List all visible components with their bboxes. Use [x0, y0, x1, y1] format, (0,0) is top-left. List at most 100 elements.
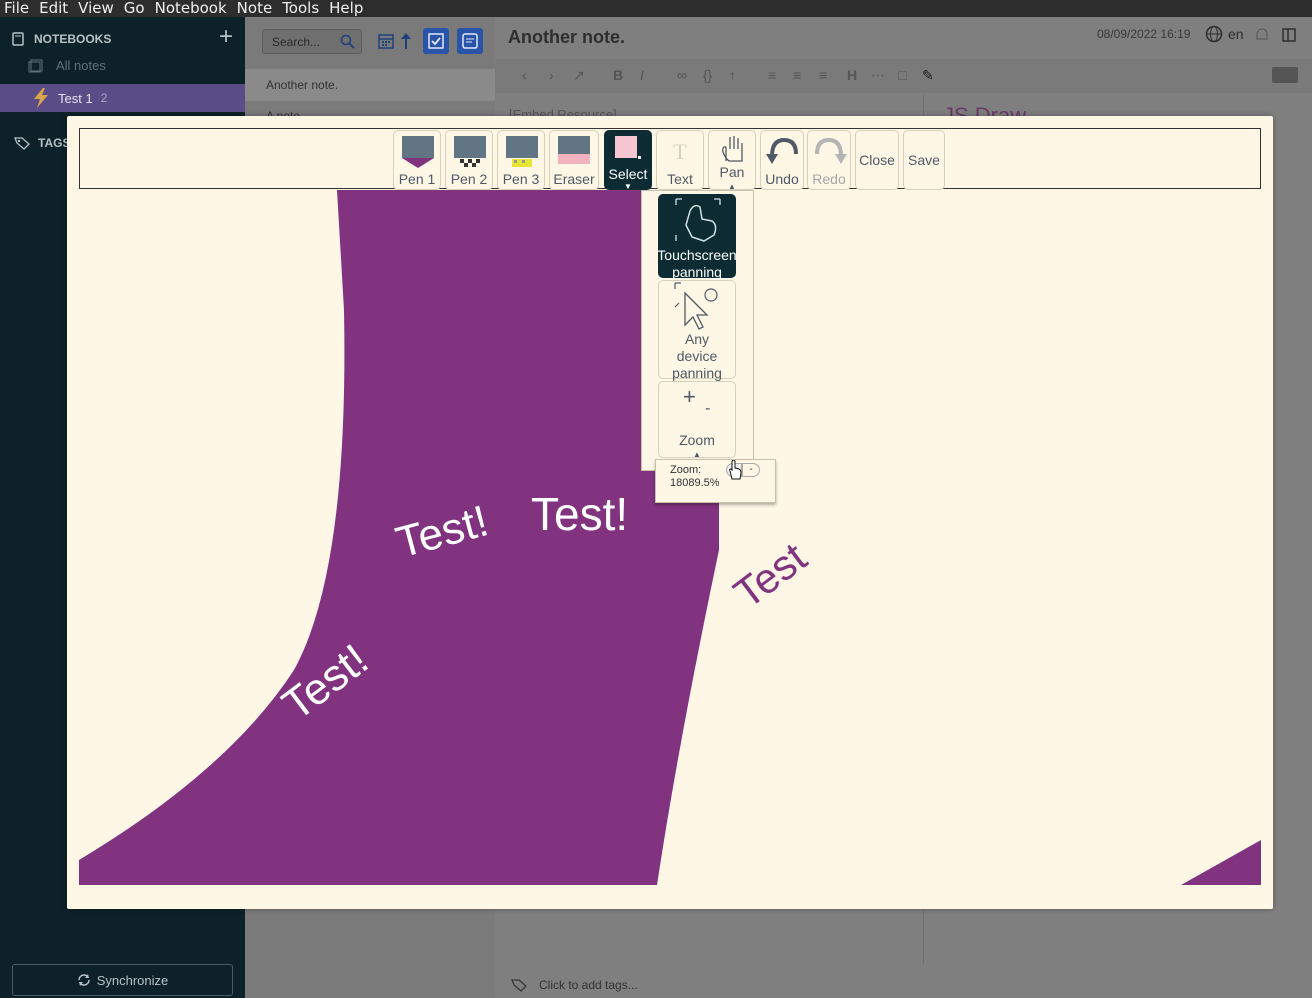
- link-icon[interactable]: ∞: [677, 67, 687, 83]
- bullet-list-icon[interactable]: ≡: [768, 67, 776, 83]
- note-date: 08/09/2022 16:19: [1097, 27, 1191, 41]
- tag-icon: [14, 137, 30, 150]
- zoom-popup-label: Zoom:: [670, 464, 702, 476]
- italic-icon[interactable]: I: [640, 67, 644, 83]
- undo-button[interactable]: Undo: [760, 130, 804, 190]
- toggle-todo-button[interactable]: [423, 28, 449, 54]
- external-edit-icon[interactable]: ↗: [573, 67, 585, 84]
- text-tool-button[interactable]: T Text: [656, 130, 704, 190]
- numbered-list-icon[interactable]: ≡: [793, 67, 801, 83]
- purple-stroke-corner: [1181, 840, 1261, 885]
- touch-pan-icon: [675, 198, 721, 242]
- notebooks-header[interactable]: NOTEBOOKS +: [12, 25, 237, 49]
- close-button[interactable]: Close: [855, 130, 899, 190]
- zoom-popup: Zoom: 18089.5% -: [655, 459, 776, 503]
- canvas-text: Test!: [531, 488, 628, 540]
- any-device-label-line1: Any: [684, 331, 710, 347]
- menu-help[interactable]: Help: [329, 0, 363, 17]
- pen3-label: Pen 3: [502, 171, 540, 187]
- selection-icon: [615, 136, 641, 159]
- editor-toolbar: ‹ › ↗ B I ∞ {} ↑ ≡ ≡ ≡ H ⋯ □ ✎: [495, 59, 1312, 93]
- eraser-tool-button[interactable]: Eraser: [549, 130, 599, 190]
- pan-dropdown: Touchscreen panning Any device panning +…: [641, 190, 754, 471]
- menu-edit[interactable]: Edit: [39, 0, 68, 17]
- menu-go[interactable]: Go: [124, 0, 145, 17]
- highlighter-icon: [506, 136, 538, 167]
- all-notes-item[interactable]: All notes: [28, 58, 106, 73]
- sidebar-item-test1[interactable]: Test 1 2: [0, 84, 245, 112]
- insert-time-icon[interactable]: □: [898, 67, 906, 83]
- menu-tools[interactable]: Tools: [282, 0, 319, 17]
- touchscreen-panning-toggle[interactable]: Touchscreen panning: [657, 194, 737, 280]
- tags-title: TAGS: [38, 136, 71, 150]
- add-notebook-icon[interactable]: +: [219, 25, 233, 49]
- synchronize-button[interactable]: Synchronize: [12, 964, 233, 996]
- pen3-tool-button[interactable]: Pen 3: [497, 130, 545, 190]
- note-title[interactable]: Another note.: [508, 27, 625, 48]
- dropdown-arrow-up-icon: ▲: [693, 450, 701, 459]
- spellcheck-language[interactable]: en: [1205, 25, 1244, 43]
- lightning-icon: [34, 88, 48, 108]
- sort-order-button[interactable]: [393, 28, 419, 54]
- zoom-level-value: 18089.5%: [670, 477, 720, 489]
- pen-icon[interactable]: ✎: [922, 67, 934, 84]
- close-label: Close: [859, 152, 895, 168]
- any-device-panning-toggle[interactable]: Any device panning: [658, 280, 736, 381]
- pen1-tool-button[interactable]: Pen 1: [393, 130, 441, 190]
- hand-icon: [722, 136, 743, 162]
- code-icon[interactable]: {}: [703, 67, 712, 83]
- language-label: en: [1228, 26, 1244, 42]
- hand-cursor-icon: [729, 460, 742, 480]
- menubar: File Edit View Go Notebook Note Tools He…: [0, 0, 1312, 17]
- back-icon[interactable]: ‹: [522, 67, 527, 83]
- note-list-item[interactable]: Another note.: [245, 69, 495, 101]
- notebooks-title: NOTEBOOKS: [34, 32, 112, 46]
- checkbox-icon: [428, 33, 444, 49]
- menu-note[interactable]: Note: [237, 0, 273, 17]
- markdown-toggle-icon[interactable]: [1272, 67, 1298, 83]
- menu-file[interactable]: File: [4, 0, 29, 17]
- attach-icon[interactable]: ↑: [729, 67, 736, 83]
- alarm-icon[interactable]: [1255, 27, 1269, 43]
- pen1-icon: [402, 136, 434, 168]
- layout-toggle-icon[interactable]: [1282, 28, 1296, 42]
- search-placeholder: Search...: [272, 35, 321, 49]
- save-button[interactable]: Save: [903, 130, 945, 190]
- text-t-icon: T: [673, 139, 687, 164]
- redo-icon: [815, 137, 847, 164]
- any-device-label-line3: panning: [672, 365, 722, 381]
- save-label: Save: [908, 152, 940, 168]
- cursor-pan-icon: [674, 282, 718, 330]
- new-note-button[interactable]: [457, 28, 483, 54]
- pan-label: Pan: [719, 164, 745, 180]
- tags-header[interactable]: TAGS: [14, 136, 70, 150]
- checklist-icon[interactable]: ≡: [819, 67, 827, 83]
- zoom-out-button[interactable]: -: [742, 463, 760, 477]
- zoom-minus-icon: -: [705, 400, 711, 417]
- touchscreen-label-line2: panning: [672, 264, 722, 280]
- redo-label: Redo: [812, 171, 846, 187]
- pen2-label: Pen 2: [450, 171, 488, 187]
- bold-icon[interactable]: B: [613, 67, 623, 83]
- pen2-tool-button[interactable]: Pen 2: [445, 130, 493, 190]
- undo-label: Undo: [765, 171, 799, 187]
- select-tool-button[interactable]: Select ▼: [604, 130, 652, 191]
- touchscreen-label-line1: Touchscreen: [657, 247, 737, 263]
- notebook-icon: [12, 32, 24, 46]
- calendar-icon: [378, 34, 394, 49]
- heading-icon[interactable]: H: [847, 67, 857, 83]
- tag-bar[interactable]: Click to add tags...: [495, 972, 1312, 998]
- forward-icon[interactable]: ›: [549, 67, 554, 83]
- eraser-label: Eraser: [553, 171, 595, 187]
- pan-tool-button[interactable]: Pan ▲: [708, 130, 756, 191]
- search-field[interactable]: Search...: [262, 29, 362, 54]
- search-icon[interactable]: [340, 34, 355, 49]
- menu-notebook[interactable]: Notebook: [155, 0, 227, 17]
- menu-view[interactable]: View: [78, 0, 114, 17]
- zoom-toggle[interactable]: + - Zoom ▲: [658, 381, 736, 459]
- any-device-label-line2: device: [676, 348, 718, 364]
- redo-button[interactable]: Redo: [807, 130, 851, 190]
- js-draw-dialog: Test! Test! Test! Test Pen 1 Pen 2 Pen 3…: [67, 116, 1273, 909]
- pen2-icon: [454, 136, 486, 167]
- more-icon[interactable]: ⋯: [871, 67, 885, 84]
